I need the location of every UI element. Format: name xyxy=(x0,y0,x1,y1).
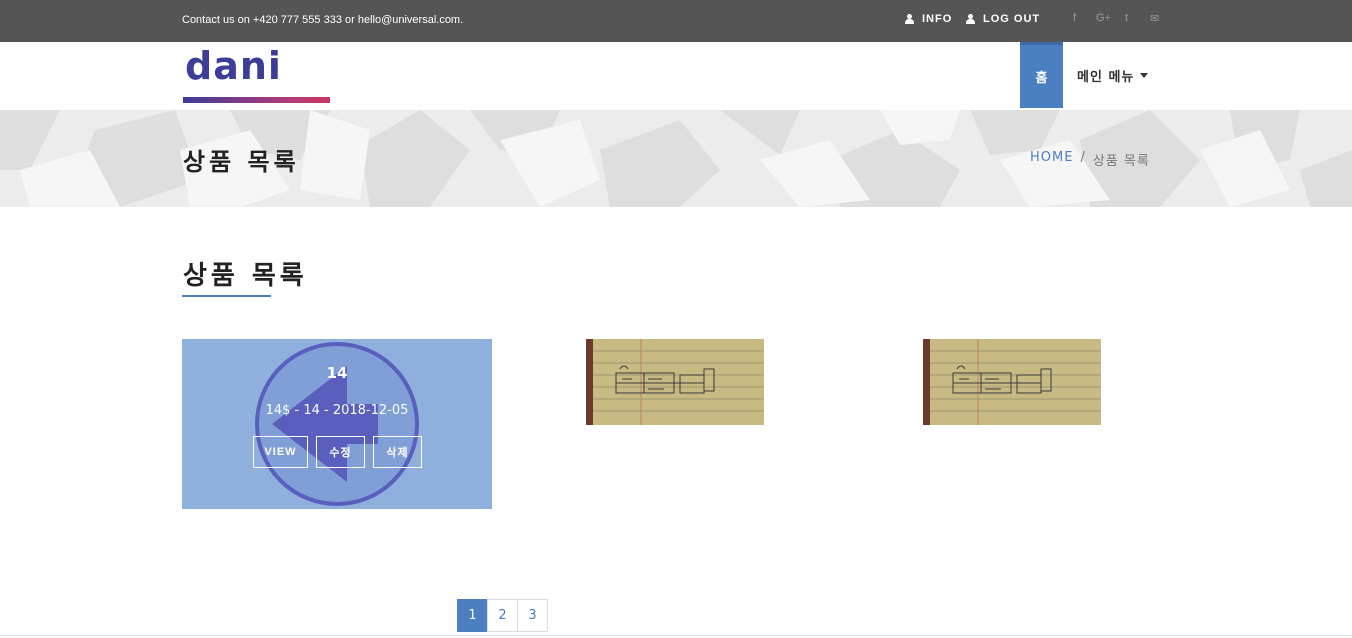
logout-label: LOG OUT xyxy=(983,13,1041,25)
google-plus-icon[interactable]: G+ xyxy=(1096,12,1111,24)
delete-button[interactable]: 삭제 xyxy=(373,436,422,468)
user-icon xyxy=(905,14,914,24)
page-heading-band: 상품 목록 HOME / 상품 목록 xyxy=(0,110,1352,207)
view-button[interactable]: VIEW xyxy=(253,436,308,468)
pagination: 1 2 3 xyxy=(457,599,548,632)
product-meta: 14$ - 14 - 2018-12-05 xyxy=(265,403,409,418)
facebook-icon[interactable]: f xyxy=(1073,12,1076,24)
contact-text: Contact us on +420 777 555 333 or hello@… xyxy=(182,14,464,26)
section-title: 상품 목록 xyxy=(183,261,308,291)
product-card[interactable]: 14 14$ - 14 - 2018-12-05 VIEW 수정 삭제 xyxy=(182,339,492,509)
top-bar: Contact us on +420 777 555 333 or hello@… xyxy=(0,0,1352,42)
breadcrumb-home-link[interactable]: HOME xyxy=(1030,150,1073,169)
main-menu-label: 메인 메뉴 xyxy=(1077,70,1135,85)
section-title-underline xyxy=(182,295,271,297)
logo-text: dani xyxy=(185,44,282,88)
logout-link[interactable]: LOG OUT xyxy=(966,13,1040,25)
main-menu-dropdown[interactable]: 메인 메뉴 xyxy=(1077,66,1149,85)
product-name: 14 xyxy=(326,364,348,382)
notebook-photo xyxy=(586,339,764,425)
footer-divider xyxy=(0,635,1352,636)
mail-icon[interactable]: ✉ xyxy=(1150,12,1159,25)
product-card-image[interactable] xyxy=(923,339,1101,425)
info-link[interactable]: INFO xyxy=(905,13,952,25)
caret-down-icon xyxy=(1140,73,1149,78)
page-3-link[interactable]: 3 xyxy=(517,599,548,632)
notebook-photo xyxy=(923,339,1101,425)
page-2-link[interactable]: 2 xyxy=(487,599,518,632)
breadcrumb-separator: / xyxy=(1080,150,1086,165)
user-icon xyxy=(966,14,975,24)
logo-underline xyxy=(183,97,330,103)
product-overlay: 14 14$ - 14 - 2018-12-05 VIEW 수정 삭제 xyxy=(182,339,492,509)
nav-home-button[interactable]: 홈 xyxy=(1020,42,1063,108)
breadcrumb: HOME / 상품 목록 xyxy=(1030,150,1150,169)
product-card-image[interactable] xyxy=(586,339,764,425)
edit-button[interactable]: 수정 xyxy=(316,436,365,468)
main-navbar: dani 홈 메인 메뉴 xyxy=(0,42,1352,110)
page-1-link[interactable]: 1 xyxy=(457,599,488,632)
page-title: 상품 목록 xyxy=(183,148,300,176)
twitter-icon[interactable]: t xyxy=(1125,12,1128,24)
info-label: INFO xyxy=(922,13,953,25)
logo[interactable]: dani xyxy=(183,44,331,106)
breadcrumb-current: 상품 목록 xyxy=(1092,154,1150,169)
